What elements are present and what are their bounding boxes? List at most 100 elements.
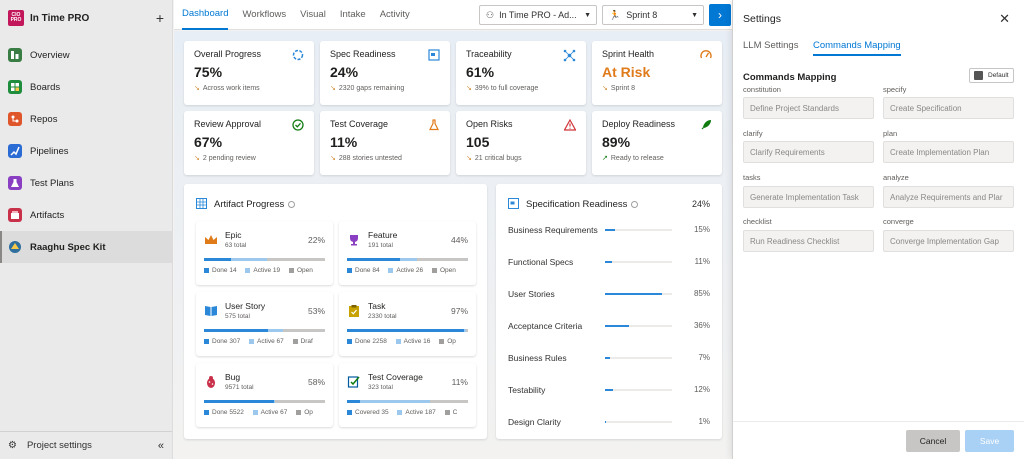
spec-kit-icon bbox=[8, 240, 22, 254]
section-title: Commands Mapping bbox=[743, 72, 837, 83]
active-segment bbox=[400, 258, 418, 261]
tab-llm-settings[interactable]: LLM Settings bbox=[743, 40, 798, 51]
spec-row: Business Rules 7% bbox=[508, 353, 710, 367]
overview-icon bbox=[8, 48, 22, 62]
kpi-review-approval[interactable]: Review Approval 67% ↘ 2 pending review bbox=[184, 111, 314, 175]
sidebar-item-boards[interactable]: Boards bbox=[0, 71, 172, 103]
kpi-overall-progress[interactable]: Overall Progress 75% ↘ Across work items bbox=[184, 41, 314, 105]
legend-active: Active 187 bbox=[405, 409, 436, 416]
sidebar-item-repos[interactable]: Repos bbox=[0, 103, 172, 135]
kpi-title: Traceability bbox=[466, 49, 512, 59]
kpi-open-risks[interactable]: Open Risks 105 ↘ 21 critical bugs bbox=[456, 111, 586, 175]
kpi-value: At Risk bbox=[602, 64, 651, 80]
legend-done: Done 14 bbox=[212, 267, 237, 274]
kpi-traceability[interactable]: Traceability 61% ↘ 39% to full coverage bbox=[456, 41, 586, 105]
artifact-total: 323 total bbox=[368, 384, 393, 391]
artifact-card-epic[interactable]: Epic 63 total 22% Done 14 Active 19 Open bbox=[196, 221, 333, 285]
sprint-select[interactable]: 🏃 Sprint 8 ▼ bbox=[602, 5, 704, 25]
sidebar-item-test-plans[interactable]: Test Plans bbox=[0, 167, 172, 199]
expand-panel-button[interactable]: › bbox=[709, 4, 731, 26]
project-select[interactable]: ⚇ In Time PRO - Ad... ▼ bbox=[479, 5, 597, 25]
artifact-card-bug[interactable]: Bug 9571 total 58% Done 5522 Active 67 O… bbox=[196, 363, 333, 427]
kpi-spec-readiness[interactable]: Spec Readiness 24% ↘ 2320 gaps remaining bbox=[320, 41, 450, 105]
artifact-card-test-coverage[interactable]: Test Coverage 323 total 11% Covered 35 A… bbox=[339, 363, 476, 427]
add-icon[interactable]: + bbox=[156, 10, 164, 26]
cancel-button[interactable]: Cancel bbox=[906, 430, 960, 452]
sidebar-item-artifacts[interactable]: Artifacts bbox=[0, 199, 172, 231]
repos-icon bbox=[8, 112, 22, 126]
spec-readiness-panel: Specification Readiness 24% Business Req… bbox=[496, 184, 722, 439]
tab-workflows[interactable]: Workflows bbox=[242, 0, 286, 30]
spec-row-label: Business Rules bbox=[508, 353, 567, 363]
sidebar-item-pipelines[interactable]: Pipelines bbox=[0, 135, 172, 167]
org-name[interactable]: In Time PRO bbox=[30, 13, 156, 24]
sprint-select-value: Sprint 8 bbox=[626, 10, 658, 20]
legend-done: Done 5522 bbox=[212, 409, 244, 416]
plan-field[interactable]: Create Implementation Plan bbox=[883, 141, 1014, 163]
collapse-sidebar-icon[interactable]: « bbox=[158, 440, 164, 452]
trend-down-icon: ↘ bbox=[602, 85, 608, 92]
clarify-field[interactable]: Clarify Requirements bbox=[743, 141, 874, 163]
converge-field[interactable]: Converge Implementation Gap bbox=[883, 230, 1014, 252]
legend-open: Open bbox=[296, 267, 313, 274]
field-label-specify: specify bbox=[883, 85, 907, 94]
panel-title: Artifact Progress bbox=[214, 198, 285, 210]
specify-field[interactable]: Create Specification bbox=[883, 97, 1014, 119]
field-label-tasks: tasks bbox=[743, 173, 761, 182]
sidebar-item-overview[interactable]: Overview bbox=[0, 39, 172, 71]
spec-row-bar bbox=[605, 293, 672, 295]
spec-row-bar bbox=[605, 261, 672, 263]
save-button[interactable]: Save bbox=[965, 430, 1014, 452]
active-segment bbox=[464, 329, 466, 332]
artifact-legend: Done 2258 Active 16 Op bbox=[347, 338, 471, 345]
sidebar-item-spec-kit[interactable]: Raaghu Spec Kit bbox=[0, 231, 172, 263]
spec-row-bar bbox=[605, 389, 672, 391]
spec-row-bar-fill bbox=[605, 357, 610, 359]
spec-row: Functional Specs 11% bbox=[508, 257, 710, 271]
info-icon[interactable] bbox=[631, 200, 639, 208]
clipboard-icon bbox=[347, 304, 361, 318]
info-icon[interactable] bbox=[288, 200, 296, 208]
sidebar-item-label: Test Plans bbox=[30, 177, 74, 189]
legend-active: Active 19 bbox=[253, 267, 281, 274]
tab-commands-mapping[interactable]: Commands Mapping bbox=[813, 40, 901, 56]
legend-active: Active 67 bbox=[257, 338, 284, 345]
active-segment bbox=[274, 400, 276, 403]
spec-row-bar bbox=[605, 357, 672, 359]
trend-down-icon: ↘ bbox=[466, 155, 472, 162]
kpi-test-coverage[interactable]: Test Coverage 11% ↘ 288 stories untested bbox=[320, 111, 450, 175]
default-button-label: Default bbox=[988, 72, 1009, 79]
tab-visual[interactable]: Visual bbox=[300, 0, 326, 30]
kpi-deploy-readiness[interactable]: Deploy Readiness 89% ↗ Ready to release bbox=[592, 111, 722, 175]
done-segment bbox=[204, 329, 269, 332]
artifacts-icon bbox=[8, 208, 22, 222]
spec-row-bar-fill bbox=[605, 229, 616, 231]
spec-icon bbox=[508, 198, 520, 210]
org-logo: CIO PRO bbox=[8, 10, 24, 26]
tab-activity[interactable]: Activity bbox=[380, 0, 410, 30]
trend-up-icon: ↗ bbox=[602, 155, 608, 162]
kpi-subtext: Sprint 8 bbox=[610, 85, 635, 92]
constitution-field[interactable]: Define Project Standards bbox=[743, 97, 874, 119]
analyze-field[interactable]: Analyze Requirements and Plar bbox=[883, 186, 1014, 208]
tab-intake[interactable]: Intake bbox=[340, 0, 366, 30]
tab-dashboard[interactable]: Dashboard bbox=[182, 0, 229, 30]
kpi-value: 67% bbox=[194, 134, 223, 150]
artifact-pct: 44% bbox=[450, 235, 468, 245]
artifact-card-feature[interactable]: Feature 191 total 44% Done 84 Active 26 … bbox=[339, 221, 476, 285]
artifact-card-task[interactable]: Task 2330 total 97% Done 2258 Active 16 … bbox=[339, 292, 476, 356]
checklist-field[interactable]: Run Readiness Checklist bbox=[743, 230, 874, 252]
trend-down-icon: ↘ bbox=[466, 85, 472, 92]
artifact-legend: Done 14 Active 19 Open bbox=[204, 267, 328, 274]
kpi-sprint-health[interactable]: Sprint Health At Risk ↘ Sprint 8 bbox=[592, 41, 722, 105]
artifact-total: 575 total bbox=[225, 313, 250, 320]
tasks-field[interactable]: Generate Implementation Task bbox=[743, 186, 874, 208]
chevron-down-icon: ▼ bbox=[584, 11, 591, 19]
test-plans-icon bbox=[8, 176, 22, 190]
sidebar-item-label: Pipelines bbox=[30, 145, 69, 157]
project-settings-link[interactable]: ⚙ Project settings « bbox=[0, 431, 172, 459]
check-icon bbox=[292, 119, 304, 134]
default-button[interactable]: Default bbox=[969, 68, 1014, 83]
close-icon[interactable]: ✕ bbox=[999, 11, 1010, 27]
artifact-card-user-story[interactable]: User Story 575 total 53% Done 307 Active… bbox=[196, 292, 333, 356]
